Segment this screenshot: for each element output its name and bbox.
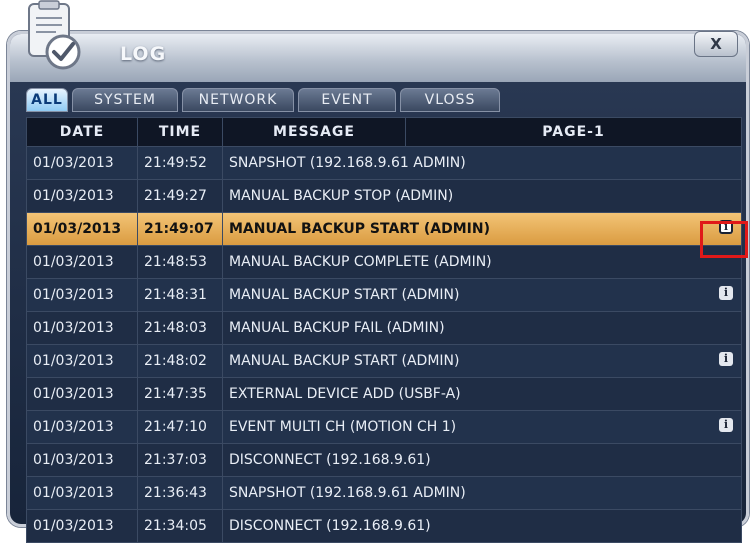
- table-row[interactable]: 01/03/2013 21:49:52 SNAPSHOT (192.168.9.61…: [26, 146, 742, 180]
- info-highlight-box: [700, 221, 748, 258]
- info-icon[interactable]: i: [719, 286, 733, 300]
- row-time: 21:48:03: [137, 311, 223, 345]
- row-message: MANUAL BACKUP START (ADMIN): [229, 353, 460, 369]
- table-row[interactable]: 01/03/2013 21:48:53 MANUAL BACKUP COMPLETE…: [26, 245, 742, 279]
- table-row[interactable]: 01/03/2013 21:49:27 MANUAL BACKUP STOP (AD…: [26, 179, 742, 213]
- row-time: 21:48:31: [137, 278, 223, 312]
- table-row[interactable]: 01/03/2013 21:36:43 SNAPSHOT (192.168.9.61…: [26, 476, 742, 510]
- row-message: MANUAL BACKUP STOP (ADMIN): [229, 188, 454, 204]
- row-message-cell: MANUAL BACKUP START (ADMIN) i: [222, 278, 742, 312]
- info-icon[interactable]: i: [719, 418, 733, 432]
- row-date: 01/03/2013: [26, 146, 138, 180]
- row-date: 01/03/2013: [26, 476, 138, 510]
- row-date: 01/03/2013: [26, 278, 138, 312]
- row-time: 21:47:35: [137, 377, 223, 411]
- row-date: 01/03/2013: [26, 443, 138, 477]
- row-message: MANUAL BACKUP COMPLETE (ADMIN): [229, 254, 492, 270]
- row-date: 01/03/2013: [26, 212, 138, 246]
- row-date: 01/03/2013: [26, 179, 138, 213]
- table-row[interactable]: 01/03/2013 21:48:02 MANUAL BACKUP START (A…: [26, 344, 742, 378]
- row-time: 21:48:02: [137, 344, 223, 378]
- row-message-cell: SNAPSHOT (192.168.9.61 ADMIN): [222, 146, 742, 180]
- table-row[interactable]: 01/03/2013 21:37:03 DISCONNECT (192.168.9.…: [26, 443, 742, 477]
- table-row[interactable]: 01/03/2013 21:47:10 EVENT MULTI CH (MOTION…: [26, 410, 742, 444]
- close-button[interactable]: X: [694, 31, 738, 57]
- row-message: EXTERNAL DEVICE ADD (USBF-A): [229, 386, 461, 402]
- row-message-cell: MANUAL BACKUP START (ADMIN) i: [222, 344, 742, 378]
- title-bar: LOG X: [10, 31, 746, 82]
- table-row[interactable]: 01/03/2013 21:48:03 MANUAL BACKUP FAIL (AD…: [26, 311, 742, 345]
- row-time: 21:49:07: [137, 212, 223, 246]
- page-indicator: PAGE-1: [405, 117, 742, 147]
- info-icon[interactable]: i: [719, 352, 733, 366]
- tab-network[interactable]: NETWORK: [182, 88, 294, 112]
- log-table: DATE TIME MESSAGE PAGE-1 01/03/2013 21:49…: [26, 117, 742, 543]
- row-time: 21:36:43: [137, 476, 223, 510]
- tab-event[interactable]: EVENT: [298, 88, 396, 112]
- row-message-cell: DISCONNECT (192.168.9.61): [222, 443, 742, 477]
- row-message: EVENT MULTI CH (MOTION CH 1): [229, 419, 457, 435]
- row-message-cell: EXTERNAL DEVICE ADD (USBF-A): [222, 377, 742, 411]
- table-row[interactable]: 01/03/2013 21:47:35 EXTERNAL DEVICE ADD (U…: [26, 377, 742, 411]
- row-message: SNAPSHOT (192.168.9.61 ADMIN): [229, 485, 466, 501]
- row-time: 21:37:03: [137, 443, 223, 477]
- table-row[interactable]: 01/03/2013 21:34:05 DISCONNECT (192.168.9.…: [26, 509, 742, 543]
- row-message-cell: MANUAL BACKUP START (ADMIN) i: [222, 212, 742, 246]
- log-clipboard-check-icon: [28, 0, 81, 70]
- row-time: 21:47:10: [137, 410, 223, 444]
- window-title: LOG: [120, 43, 167, 65]
- row-message: SNAPSHOT (192.168.9.61 ADMIN): [229, 155, 466, 171]
- table-row[interactable]: 01/03/2013 21:48:31 MANUAL BACKUP START (A…: [26, 278, 742, 312]
- row-date: 01/03/2013: [26, 311, 138, 345]
- tab-vloss[interactable]: VLOSS: [400, 88, 500, 112]
- column-header-date[interactable]: DATE: [26, 117, 138, 147]
- row-message-cell: DISCONNECT (192.168.9.61): [222, 509, 742, 543]
- table-row[interactable]: 01/03/2013 21:49:07 MANUAL BACKUP START (A…: [26, 212, 742, 246]
- tab-all[interactable]: ALL: [26, 88, 68, 112]
- row-date: 01/03/2013: [26, 410, 138, 444]
- row-message-cell: MANUAL BACKUP STOP (ADMIN): [222, 179, 742, 213]
- row-time: 21:34:05: [137, 509, 223, 543]
- row-date: 01/03/2013: [26, 245, 138, 279]
- row-message-cell: MANUAL BACKUP COMPLETE (ADMIN): [222, 245, 742, 279]
- tab-system[interactable]: SYSTEM: [72, 88, 178, 112]
- column-header-message[interactable]: MESSAGE: [222, 117, 406, 147]
- row-message-cell: MANUAL BACKUP FAIL (ADMIN): [222, 311, 742, 345]
- row-message: MANUAL BACKUP FAIL (ADMIN): [229, 320, 445, 336]
- row-message: MANUAL BACKUP START (ADMIN): [229, 287, 460, 303]
- row-message: DISCONNECT (192.168.9.61): [229, 518, 431, 534]
- row-date: 01/03/2013: [26, 377, 138, 411]
- row-message: MANUAL BACKUP START (ADMIN): [229, 221, 491, 237]
- column-header-time[interactable]: TIME: [137, 117, 223, 147]
- row-time: 21:49:52: [137, 146, 223, 180]
- row-date: 01/03/2013: [26, 344, 138, 378]
- row-date: 01/03/2013: [26, 509, 138, 543]
- row-time: 21:48:53: [137, 245, 223, 279]
- row-time: 21:49:27: [137, 179, 223, 213]
- row-message-cell: EVENT MULTI CH (MOTION CH 1) i: [222, 410, 742, 444]
- row-message-cell: SNAPSHOT (192.168.9.61 ADMIN): [222, 476, 742, 510]
- row-message: DISCONNECT (192.168.9.61): [229, 452, 431, 468]
